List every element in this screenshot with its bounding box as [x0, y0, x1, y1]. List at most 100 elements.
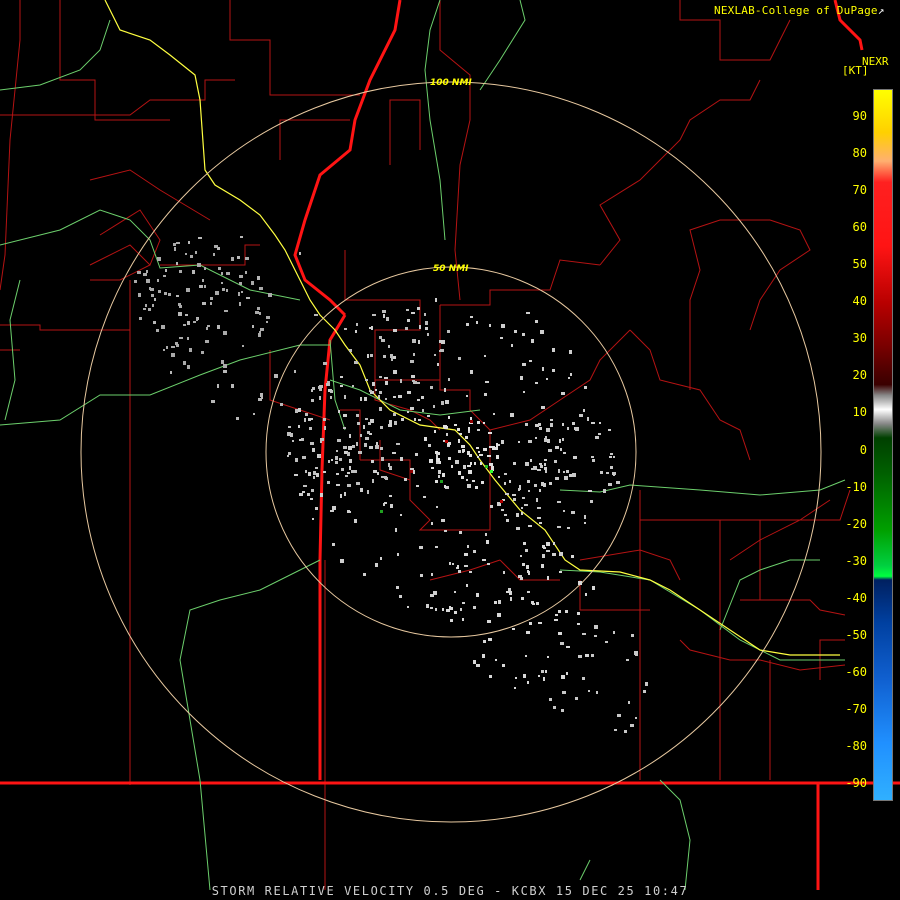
velocity-pixel: [335, 456, 338, 460]
velocity-pixel: [459, 433, 462, 435]
velocity-pixel: [397, 553, 399, 556]
velocity-pixel: [488, 432, 492, 434]
velocity-pixel: [410, 360, 414, 363]
velocity-pixel: [594, 625, 598, 629]
credit-label: NEXLAB-College of DuPage↗: [714, 4, 885, 17]
velocity-pixel: [587, 417, 589, 421]
velocity-pixel: [195, 251, 197, 254]
velocity-pixel: [223, 370, 227, 373]
velocity-pixel: [323, 418, 326, 421]
velocity-pixel: [179, 337, 183, 339]
velocity-pixel: [349, 459, 352, 463]
velocity-pixel: [558, 632, 562, 635]
velocity-pixel: [616, 481, 620, 484]
velocity-pixel: [486, 540, 489, 544]
velocity-pixel: [584, 515, 586, 519]
velocity-pixel: [151, 294, 154, 297]
velocity-pixel: [566, 646, 570, 648]
velocity-pixel: [466, 323, 469, 326]
velocity-pixel: [368, 422, 371, 425]
velocity-pixel: [259, 331, 261, 333]
velocity-pixel: [398, 395, 402, 398]
velocity-pixel: [523, 674, 526, 678]
velocity-pixel: [192, 270, 195, 274]
velocity-pixel: [268, 293, 272, 297]
velocity-pixel: [479, 454, 483, 456]
velocity-pixel: [610, 466, 613, 469]
velocity-pixel: [562, 438, 564, 441]
velocity-pixel: [405, 327, 408, 330]
velocity-pixel: [494, 601, 497, 604]
velocity-pixel: [609, 456, 612, 458]
velocity-pixel: [340, 376, 343, 378]
velocity-pixel: [301, 438, 304, 441]
velocity-pixel: [287, 432, 291, 436]
velocity-pixel: [438, 452, 440, 455]
velocity-pixel: [600, 471, 603, 474]
velocity-pixel: [578, 655, 582, 658]
velocity-pixel: [463, 465, 466, 469]
velocity-pixel: [384, 502, 387, 504]
velocity-pixel: [294, 370, 296, 373]
velocity-pixel: [307, 493, 310, 496]
velocity-pixel: [221, 272, 223, 275]
velocity-pixel: [592, 586, 595, 590]
velocity-pixel: [547, 576, 549, 580]
velocity-pixel: [487, 620, 491, 623]
highway-line: [559, 569, 845, 661]
velocity-pixel: [309, 427, 312, 430]
velocity-pixel: [435, 451, 438, 454]
velocity-pixel: [168, 293, 171, 296]
velocity-pixel: [522, 333, 525, 336]
unit-label: [KT]: [842, 64, 869, 77]
velocity-pixel: [302, 456, 306, 459]
velocity-pixel: [484, 393, 487, 396]
velocity-pixel: [539, 427, 542, 430]
velocity-pixel: [319, 396, 321, 400]
velocity-pixel: [305, 413, 308, 416]
velocity-pixel: [520, 376, 523, 380]
velocity-pixel: [158, 290, 161, 293]
range-rings: [80, 81, 822, 823]
velocity-pixel: [436, 506, 438, 508]
velocity-pixel: [330, 396, 332, 399]
velocity-pixel: [567, 527, 570, 529]
velocity-pixel: [367, 490, 369, 494]
velocity-pixel: [338, 410, 340, 413]
velocity-pixel: [316, 473, 319, 477]
velocity-pixel: [558, 469, 560, 473]
velocity-pixel: [501, 324, 505, 328]
velocity-pixel: [481, 481, 484, 484]
velocity-pixel: [373, 470, 377, 473]
velocity-pixel: [468, 470, 472, 474]
velocity-pixel: [458, 570, 461, 573]
county-line: [579, 549, 681, 581]
velocity-pixel: [462, 602, 465, 604]
velocity-pixel: [400, 457, 403, 461]
velocity-pixel: [541, 564, 544, 568]
velocity-pixel: [445, 440, 448, 443]
velocity-pixel: [165, 269, 167, 272]
velocity-pixel: [239, 275, 243, 278]
velocity-pixel: [519, 487, 521, 490]
velocity-pixel: [546, 378, 548, 380]
velocity-pixel: [255, 311, 259, 314]
velocity-pixel: [552, 553, 556, 556]
velocity-pixel: [312, 448, 315, 452]
velocity-pixel: [363, 573, 366, 576]
velocity-pixel: [173, 243, 176, 246]
velocity-pixel: [171, 346, 175, 348]
velocity-pixel: [577, 612, 580, 615]
velocity-pixel: [473, 606, 476, 609]
velocity-pixel: [557, 526, 561, 528]
velocity-pixel: [514, 330, 517, 333]
velocity-pixel: [349, 434, 351, 438]
velocity-pixel: [400, 379, 402, 383]
velocity-pixel: [526, 565, 529, 569]
velocity-pixel: [464, 565, 468, 567]
velocity-pixel: [335, 461, 338, 464]
velocity-pixel: [523, 391, 525, 393]
velocity-pixel: [344, 395, 346, 399]
velocity-pixel: [393, 396, 396, 398]
velocity-pixel: [454, 591, 456, 593]
